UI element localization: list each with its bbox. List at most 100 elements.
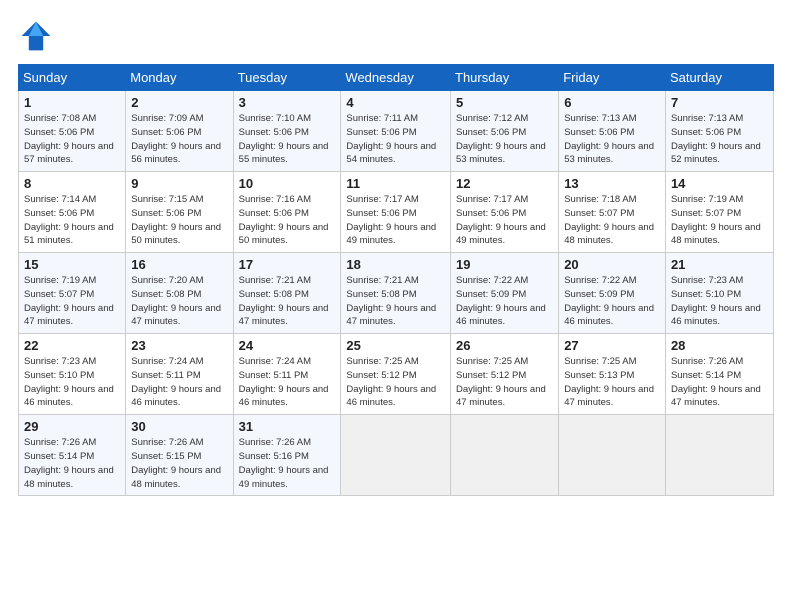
day-info: Sunrise: 7:08 AMSunset: 5:06 PMDaylight:… <box>24 113 114 165</box>
day-info: Sunrise: 7:24 AMSunset: 5:11 PMDaylight:… <box>239 356 329 408</box>
day-number: 29 <box>24 419 120 434</box>
table-row: 9 Sunrise: 7:15 AMSunset: 5:06 PMDayligh… <box>126 172 233 253</box>
day-number: 17 <box>239 257 336 272</box>
calendar-week-row: 29 Sunrise: 7:26 AMSunset: 5:14 PMDaylig… <box>19 415 774 496</box>
day-number: 16 <box>131 257 227 272</box>
day-number: 31 <box>239 419 336 434</box>
day-info: Sunrise: 7:14 AMSunset: 5:06 PMDaylight:… <box>24 194 114 246</box>
table-row: 2 Sunrise: 7:09 AMSunset: 5:06 PMDayligh… <box>126 91 233 172</box>
day-number: 7 <box>671 95 768 110</box>
table-row: 15 Sunrise: 7:19 AMSunset: 5:07 PMDaylig… <box>19 253 126 334</box>
day-number: 22 <box>24 338 120 353</box>
table-row: 24 Sunrise: 7:24 AMSunset: 5:11 PMDaylig… <box>233 334 341 415</box>
day-number: 18 <box>346 257 445 272</box>
day-info: Sunrise: 7:12 AMSunset: 5:06 PMDaylight:… <box>456 113 546 165</box>
day-info: Sunrise: 7:15 AMSunset: 5:06 PMDaylight:… <box>131 194 221 246</box>
day-number: 1 <box>24 95 120 110</box>
table-row: 18 Sunrise: 7:21 AMSunset: 5:08 PMDaylig… <box>341 253 451 334</box>
day-number: 26 <box>456 338 553 353</box>
day-info: Sunrise: 7:17 AMSunset: 5:06 PMDaylight:… <box>346 194 436 246</box>
table-row: 29 Sunrise: 7:26 AMSunset: 5:14 PMDaylig… <box>19 415 126 496</box>
table-row <box>665 415 773 496</box>
day-number: 19 <box>456 257 553 272</box>
day-info: Sunrise: 7:16 AMSunset: 5:06 PMDaylight:… <box>239 194 329 246</box>
day-number: 27 <box>564 338 660 353</box>
day-number: 9 <box>131 176 227 191</box>
table-row: 17 Sunrise: 7:21 AMSunset: 5:08 PMDaylig… <box>233 253 341 334</box>
th-sunday: Sunday <box>19 65 126 91</box>
table-row: 21 Sunrise: 7:23 AMSunset: 5:10 PMDaylig… <box>665 253 773 334</box>
calendar-week-row: 1 Sunrise: 7:08 AMSunset: 5:06 PMDayligh… <box>19 91 774 172</box>
th-thursday: Thursday <box>451 65 559 91</box>
table-row: 30 Sunrise: 7:26 AMSunset: 5:15 PMDaylig… <box>126 415 233 496</box>
day-number: 14 <box>671 176 768 191</box>
table-row: 3 Sunrise: 7:10 AMSunset: 5:06 PMDayligh… <box>233 91 341 172</box>
page: Sunday Monday Tuesday Wednesday Thursday… <box>0 0 792 612</box>
th-saturday: Saturday <box>665 65 773 91</box>
day-number: 5 <box>456 95 553 110</box>
day-number: 11 <box>346 176 445 191</box>
day-info: Sunrise: 7:19 AMSunset: 5:07 PMDaylight:… <box>24 275 114 327</box>
table-row: 13 Sunrise: 7:18 AMSunset: 5:07 PMDaylig… <box>559 172 666 253</box>
day-number: 30 <box>131 419 227 434</box>
table-row: 12 Sunrise: 7:17 AMSunset: 5:06 PMDaylig… <box>451 172 559 253</box>
calendar-week-row: 15 Sunrise: 7:19 AMSunset: 5:07 PMDaylig… <box>19 253 774 334</box>
table-row <box>559 415 666 496</box>
calendar-week-row: 8 Sunrise: 7:14 AMSunset: 5:06 PMDayligh… <box>19 172 774 253</box>
day-info: Sunrise: 7:09 AMSunset: 5:06 PMDaylight:… <box>131 113 221 165</box>
day-number: 10 <box>239 176 336 191</box>
day-info: Sunrise: 7:25 AMSunset: 5:12 PMDaylight:… <box>456 356 546 408</box>
day-info: Sunrise: 7:21 AMSunset: 5:08 PMDaylight:… <box>346 275 436 327</box>
day-number: 21 <box>671 257 768 272</box>
day-number: 23 <box>131 338 227 353</box>
day-info: Sunrise: 7:22 AMSunset: 5:09 PMDaylight:… <box>456 275 546 327</box>
table-row: 25 Sunrise: 7:25 AMSunset: 5:12 PMDaylig… <box>341 334 451 415</box>
day-number: 3 <box>239 95 336 110</box>
table-row: 23 Sunrise: 7:24 AMSunset: 5:11 PMDaylig… <box>126 334 233 415</box>
table-row: 10 Sunrise: 7:16 AMSunset: 5:06 PMDaylig… <box>233 172 341 253</box>
day-info: Sunrise: 7:26 AMSunset: 5:14 PMDaylight:… <box>24 437 114 489</box>
th-tuesday: Tuesday <box>233 65 341 91</box>
table-row <box>451 415 559 496</box>
th-wednesday: Wednesday <box>341 65 451 91</box>
day-info: Sunrise: 7:26 AMSunset: 5:16 PMDaylight:… <box>239 437 329 489</box>
day-info: Sunrise: 7:11 AMSunset: 5:06 PMDaylight:… <box>346 113 436 165</box>
table-row: 27 Sunrise: 7:25 AMSunset: 5:13 PMDaylig… <box>559 334 666 415</box>
table-row: 28 Sunrise: 7:26 AMSunset: 5:14 PMDaylig… <box>665 334 773 415</box>
table-row: 26 Sunrise: 7:25 AMSunset: 5:12 PMDaylig… <box>451 334 559 415</box>
table-row <box>341 415 451 496</box>
table-row: 20 Sunrise: 7:22 AMSunset: 5:09 PMDaylig… <box>559 253 666 334</box>
day-number: 15 <box>24 257 120 272</box>
table-row: 1 Sunrise: 7:08 AMSunset: 5:06 PMDayligh… <box>19 91 126 172</box>
day-info: Sunrise: 7:23 AMSunset: 5:10 PMDaylight:… <box>671 275 761 327</box>
table-row: 16 Sunrise: 7:20 AMSunset: 5:08 PMDaylig… <box>126 253 233 334</box>
day-number: 13 <box>564 176 660 191</box>
table-row: 11 Sunrise: 7:17 AMSunset: 5:06 PMDaylig… <box>341 172 451 253</box>
table-row: 19 Sunrise: 7:22 AMSunset: 5:09 PMDaylig… <box>451 253 559 334</box>
day-info: Sunrise: 7:26 AMSunset: 5:15 PMDaylight:… <box>131 437 221 489</box>
table-row: 22 Sunrise: 7:23 AMSunset: 5:10 PMDaylig… <box>19 334 126 415</box>
logo <box>18 18 58 54</box>
day-info: Sunrise: 7:18 AMSunset: 5:07 PMDaylight:… <box>564 194 654 246</box>
day-info: Sunrise: 7:25 AMSunset: 5:12 PMDaylight:… <box>346 356 436 408</box>
day-info: Sunrise: 7:23 AMSunset: 5:10 PMDaylight:… <box>24 356 114 408</box>
table-row: 7 Sunrise: 7:13 AMSunset: 5:06 PMDayligh… <box>665 91 773 172</box>
day-info: Sunrise: 7:17 AMSunset: 5:06 PMDaylight:… <box>456 194 546 246</box>
day-number: 8 <box>24 176 120 191</box>
calendar-week-row: 22 Sunrise: 7:23 AMSunset: 5:10 PMDaylig… <box>19 334 774 415</box>
table-row: 31 Sunrise: 7:26 AMSunset: 5:16 PMDaylig… <box>233 415 341 496</box>
header <box>18 18 774 54</box>
table-row: 4 Sunrise: 7:11 AMSunset: 5:06 PMDayligh… <box>341 91 451 172</box>
day-number: 20 <box>564 257 660 272</box>
day-number: 12 <box>456 176 553 191</box>
table-row: 5 Sunrise: 7:12 AMSunset: 5:06 PMDayligh… <box>451 91 559 172</box>
weekday-header-row: Sunday Monday Tuesday Wednesday Thursday… <box>19 65 774 91</box>
day-number: 4 <box>346 95 445 110</box>
day-number: 28 <box>671 338 768 353</box>
day-number: 25 <box>346 338 445 353</box>
day-info: Sunrise: 7:13 AMSunset: 5:06 PMDaylight:… <box>564 113 654 165</box>
table-row: 6 Sunrise: 7:13 AMSunset: 5:06 PMDayligh… <box>559 91 666 172</box>
th-monday: Monday <box>126 65 233 91</box>
day-number: 24 <box>239 338 336 353</box>
table-row: 8 Sunrise: 7:14 AMSunset: 5:06 PMDayligh… <box>19 172 126 253</box>
